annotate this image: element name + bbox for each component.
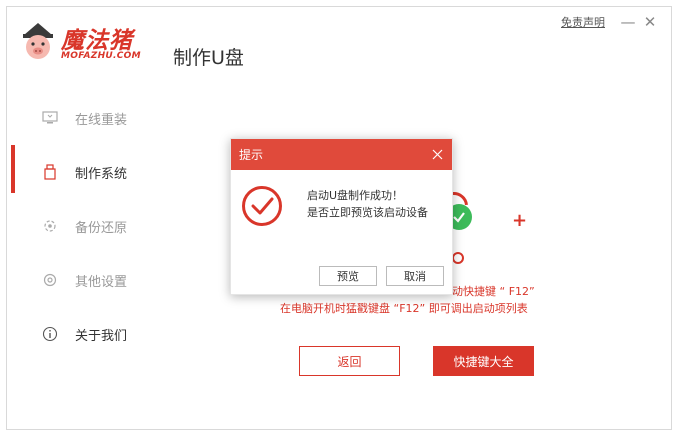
page-title: 制作U盘 [173, 47, 244, 69]
minimize-button[interactable]: — [619, 13, 637, 31]
dialog-message-line-1: 启动U盘制作成功！ [307, 189, 404, 202]
close-window-button[interactable]: ✕ [641, 13, 659, 31]
sidebar-item-make-system[interactable]: 制作系统 [7, 145, 167, 199]
sidebar-item-backup-restore[interactable]: 备份还原 [7, 199, 167, 253]
dialog-title: 提示 [239, 148, 264, 162]
disclaimer-link[interactable]: 免责声明 [561, 14, 605, 30]
hint-line-2: 在电脑开机时猛戳键盘 “F12” 即可调出启动项列表 [280, 302, 528, 315]
dialog-message-line-2: 是否立即预览该启动设备 [307, 206, 428, 219]
brand-url: MOFAZHU.COM [61, 51, 141, 61]
brand-logo: 魔法猪 MOFAZHU.COM [21, 21, 171, 69]
monitor-icon [41, 109, 59, 127]
sidebar-item-label: 制作系统 [75, 166, 128, 182]
dialog-close-icon[interactable] [430, 148, 444, 162]
success-circle-check-icon [242, 186, 282, 226]
preview-button[interactable]: 预览 [319, 266, 377, 286]
plus-icon: + [512, 210, 528, 231]
sidebar-item-label: 在线重装 [75, 112, 128, 128]
sidebar-item-other-settings[interactable]: 其他设置 [7, 253, 167, 307]
titlebar-controls: 免责声明 — ✕ [561, 13, 659, 31]
brand-name: 魔法猪 [61, 28, 133, 54]
back-button[interactable]: 返回 [299, 346, 400, 376]
sidebar-item-label: 关于我们 [75, 328, 128, 344]
cancel-button[interactable]: 取消 [386, 266, 444, 286]
sidebar-item-about-us[interactable]: 关于我们 [7, 307, 167, 361]
gear-icon [41, 271, 59, 289]
sidebar-item-label: 其他设置 [75, 274, 128, 290]
sidebar-item-online-reinstall[interactable]: 在线重装 [7, 91, 167, 145]
sidebar: 在线重装 制作系统 备份还原 其他设置 关于我们 [7, 91, 167, 361]
hint-line-1: 动快捷键 “ F12” [452, 285, 535, 298]
backup-icon [41, 217, 59, 235]
dialog-header: 提示 [231, 139, 452, 170]
sidebar-item-label: 备份还原 [75, 220, 128, 236]
circle-icon [452, 252, 464, 264]
prompt-dialog: 提示 启动U盘制作成功！ 是否立即预览该启动设备 预览 取消 [230, 138, 453, 295]
usb-icon [41, 163, 59, 181]
pig-mascot-icon [23, 23, 53, 59]
dialog-message: 启动U盘制作成功！ 是否立即预览该启动设备 [307, 187, 428, 221]
info-icon [41, 325, 59, 343]
hotkey-list-button[interactable]: 快捷键大全 [433, 346, 534, 376]
